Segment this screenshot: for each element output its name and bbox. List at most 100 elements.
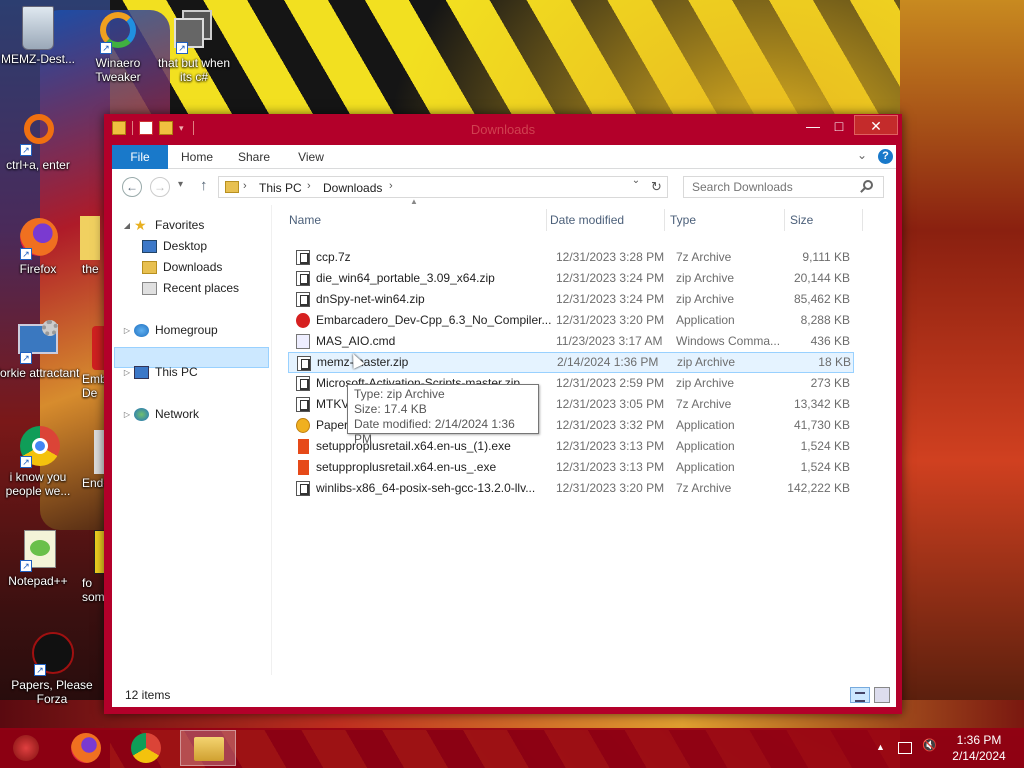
winaero-icon: ↗: [96, 10, 140, 54]
tab-view[interactable]: View: [292, 145, 330, 169]
breadcrumb-separator[interactable]: ›: [243, 180, 247, 192]
taskbar-file-explorer[interactable]: [180, 730, 236, 766]
collapse-icon[interactable]: ▷: [122, 320, 132, 341]
file-date: 12/31/2023 3:05 PM: [556, 397, 665, 411]
file-tooltip: Type: zip Archive Size: 17.4 KB Date mod…: [347, 384, 539, 446]
up-button[interactable]: ↑: [200, 177, 208, 194]
network-icon[interactable]: [898, 742, 912, 754]
file-name: dnSpy-net-win64.zip: [316, 292, 425, 306]
close-button[interactable]: ✕: [854, 115, 898, 135]
column-divider[interactable]: [664, 209, 665, 231]
downloads-folder-icon: [142, 261, 157, 274]
address-bar[interactable]: › This PC › Downloads ›: [218, 176, 668, 198]
file-row[interactable]: setupproplusretail.x64.en-us_.exe 12/31/2…: [288, 457, 854, 478]
file-type: 7z Archive: [676, 250, 732, 264]
tab-share[interactable]: Share: [232, 145, 276, 169]
file-row[interactable]: dnSpy-net-win64.zip 12/31/2023 3:24 PM zip…: [288, 289, 854, 310]
file-type: zip Archive: [676, 271, 735, 285]
notepadpp-icon: ↗: [16, 528, 60, 572]
desktop-icon: [142, 240, 157, 253]
show-hidden-icons-button[interactable]: ▲: [876, 742, 885, 752]
recent-locations-button[interactable]: ▾: [178, 179, 183, 190]
desktop-icon-that-but[interactable]: ↗ that but when its c#: [152, 10, 236, 84]
desktop-icon-winaero[interactable]: ↗ Winaero Tweaker: [76, 10, 160, 84]
file-type: Application: [676, 418, 735, 432]
expand-icon[interactable]: ◢: [122, 215, 132, 236]
minimize-button[interactable]: —: [800, 116, 826, 136]
ring-icon: ↗: [16, 112, 60, 156]
file-row[interactable]: Embarcadero_Dev-Cpp_6.3_No_Compiler... 12…: [288, 310, 854, 331]
desktop-icon-notepadpp[interactable]: ↗ Notepad++: [0, 528, 80, 588]
file-date: 12/31/2023 3:13 PM: [556, 460, 665, 474]
help-button[interactable]: ?: [878, 149, 893, 164]
file-date: 12/31/2023 3:13 PM: [556, 439, 665, 453]
taskbar-firefox[interactable]: [58, 730, 114, 766]
column-header-size[interactable]: Size: [790, 205, 813, 235]
file-size: 436 KB: [810, 334, 850, 348]
start-icon: [13, 735, 39, 761]
desktop-icon-label: Notepad++: [8, 574, 68, 588]
column-header-type[interactable]: Type: [670, 205, 696, 235]
breadcrumb-separator[interactable]: ›: [389, 180, 393, 192]
tab-home[interactable]: Home: [174, 145, 220, 169]
search-input[interactable]: [683, 176, 884, 198]
file-size: 142,222 KB: [787, 481, 850, 495]
file-row[interactable]: ccp.7z 12/31/2023 3:28 PM 7z Archive 9,111 …: [288, 247, 854, 268]
clock-time: 1:36 PM: [956, 733, 1002, 747]
desktop-icon-ctrl-a[interactable]: ↗ ctrl+a, enter: [0, 112, 80, 172]
file-row[interactable]: MAS_AIO.cmd 11/23/2023 3:17 AM Windows Com…: [288, 331, 854, 352]
nav-network[interactable]: ▷ Network: [122, 404, 272, 425]
file-row[interactable]: winlibs-x86_64-posix-seh-gcc-13.2.0-llv.…: [288, 478, 854, 499]
collapse-icon[interactable]: ▷: [122, 404, 132, 425]
breadcrumb-downloads[interactable]: Downloads: [323, 181, 382, 195]
nav-downloads[interactable]: Downloads: [142, 257, 272, 278]
wallpaper-right: [900, 0, 1024, 768]
archive-icon: [296, 250, 310, 265]
breadcrumb-separator[interactable]: ›: [307, 180, 311, 192]
file-type: Application: [676, 460, 735, 474]
desktop-icon-chrome[interactable]: ↗ i know you people we...: [0, 424, 80, 498]
large-icons-view-button[interactable]: [874, 687, 890, 703]
desktop-icon-recycle-bin[interactable]: MEMZ-Dest...: [0, 6, 80, 66]
system-clock[interactable]: 1:36 PM 2/14/2024: [944, 732, 1014, 764]
file-date: 12/31/2023 3:20 PM: [556, 481, 665, 495]
title-bar[interactable]: ▾ Downloads — □ ✕: [104, 114, 902, 144]
file-date: 12/31/2023 3:24 PM: [556, 292, 665, 306]
tab-file[interactable]: File: [112, 145, 168, 169]
volume-muted-icon[interactable]: 🔇: [922, 738, 937, 752]
desktop-icon-forkie[interactable]: ↗ forkie attractant: [0, 320, 80, 380]
search-icon[interactable]: [863, 180, 873, 190]
nav-label: Desktop: [163, 239, 208, 253]
column-divider[interactable]: [784, 209, 785, 231]
refresh-button[interactable]: ↻: [646, 176, 668, 198]
back-button[interactable]: ←: [122, 177, 142, 197]
address-dropdown-icon[interactable]: ⌄: [630, 176, 642, 186]
nav-this-pc[interactable]: ▷ This PC: [122, 362, 272, 383]
file-size: 1,524 KB: [800, 439, 850, 453]
maximize-button[interactable]: □: [826, 116, 852, 136]
nav-recent-places[interactable]: Recent places: [142, 278, 272, 299]
taskbar-start-button[interactable]: [0, 730, 56, 766]
nav-desktop[interactable]: Desktop: [142, 236, 272, 257]
file-row[interactable]: die_win64_portable_3.09_x64.zip 12/31/202…: [288, 268, 854, 289]
ribbon-expand-icon[interactable]: ⌄: [857, 148, 867, 162]
nav-homegroup[interactable]: ▷ Homegroup: [122, 320, 272, 341]
collapse-icon[interactable]: ▷: [122, 362, 132, 383]
breadcrumb-this-pc[interactable]: This PC: [259, 181, 302, 195]
forward-button[interactable]: →: [150, 177, 170, 197]
column-header-name[interactable]: Name: [289, 205, 321, 235]
file-explorer-icon: [194, 737, 224, 761]
desktop-icon-papers-please[interactable]: ↗ Papers, Please Forza: [0, 632, 108, 706]
details-view-button[interactable]: [850, 687, 870, 703]
file-name: Embarcadero_Dev-Cpp_6.3_No_Compiler...: [316, 313, 552, 327]
column-divider[interactable]: [546, 209, 547, 231]
file-row[interactable]: memz-master.zip 2/14/2024 1:36 PM zip Arch…: [288, 352, 854, 373]
taskbar-chrome[interactable]: [118, 730, 174, 766]
nav-favorites[interactable]: ◢ ★ Favorites: [122, 215, 272, 236]
navigation-pane: ◢ ★ Favorites Desktop Downloads Recent p…: [112, 205, 272, 675]
column-divider[interactable]: [862, 209, 863, 231]
desktop-icon-label: the: [82, 262, 99, 276]
column-header-date[interactable]: Date modified: [550, 205, 624, 235]
file-size: 9,111 KB: [802, 250, 850, 264]
file-type: zip Archive: [676, 376, 735, 390]
